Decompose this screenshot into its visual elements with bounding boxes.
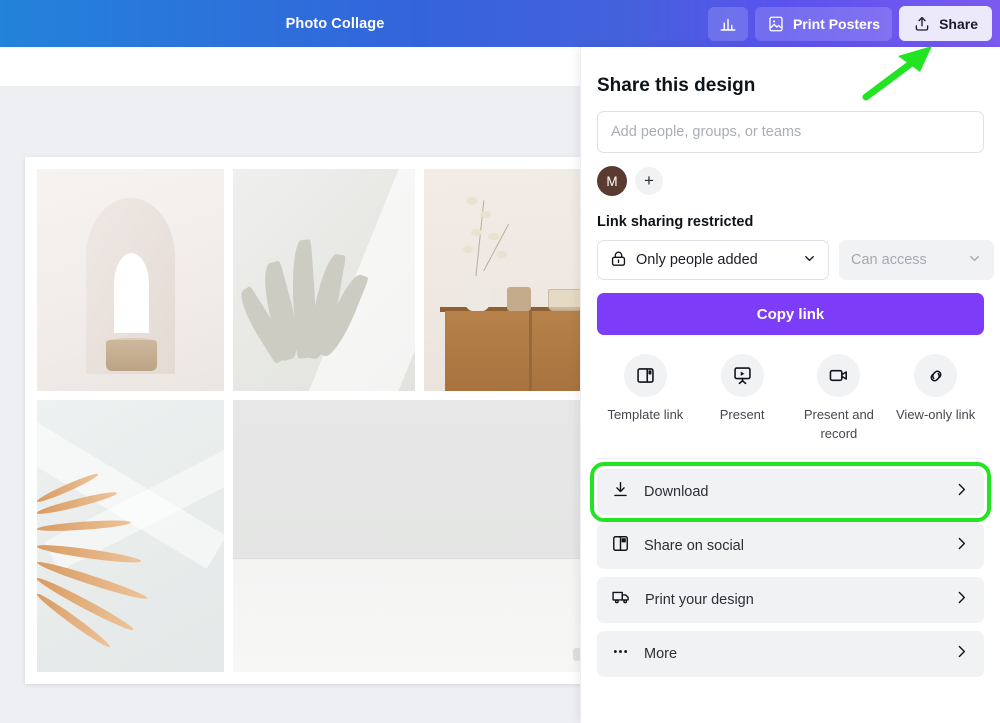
arch-photo[interactable] [37,169,225,392]
chevron-right-icon [953,481,970,503]
quick-actions-row: Template link Present Present and record… [597,354,984,452]
delivery-truck-icon [611,587,631,612]
link-sharing-status: Link sharing restricted [597,214,754,230]
quick-action-label: Present [719,407,765,422]
ellipsis-icon [611,642,630,666]
print-posters-label: Print Posters [792,15,881,32]
leaf-shadow-photo[interactable] [233,169,415,392]
top-bar: Photo Collage Print Posters Share [0,0,1000,47]
access-controls: Only people added Can access [597,240,994,280]
quick-action-label: Template link [607,407,684,422]
image-icon [767,15,785,33]
quick-action-view-only-link[interactable]: View-only link [887,354,984,444]
share-menu-list: Download Share on social Print your desi… [590,461,991,677]
menu-item-label: Print your design [645,591,754,608]
add-person-button[interactable]: + [635,167,663,195]
analytics-button[interactable] [707,6,748,41]
video-camera-icon [817,354,861,397]
chevron-right-icon [953,535,970,557]
chevron-down-icon [802,251,817,270]
menu-item-share-on-social[interactable]: Share on social [597,522,984,569]
social-grid-icon [611,534,630,558]
upload-icon [913,15,931,33]
quick-action-label: View-only link [896,407,976,422]
pampas-grass-photo[interactable] [37,400,225,672]
download-icon [611,480,630,504]
chevron-down-icon [967,251,982,270]
copy-link-button[interactable]: Copy link [597,293,984,335]
menu-item-label: Download [644,483,709,500]
avatar[interactable]: M [597,166,627,196]
present-icon [720,354,764,397]
permission-value: Only people added [636,252,758,268]
topbar-actions: Print Posters Share [707,0,992,47]
quick-action-template-link[interactable]: Template link [597,354,694,444]
menu-item-label: More [644,645,678,662]
quick-action-present-and-record[interactable]: Present and record [791,354,888,444]
bar-chart-icon [719,15,737,33]
quick-action-present[interactable]: Present [694,354,791,444]
divider [597,457,984,459]
quick-action-label: Present and record [803,407,874,441]
share-panel: Share this design M + Link sharing restr… [580,47,1000,723]
role-select[interactable]: Can access [839,240,994,280]
menu-item-print-your-design[interactable]: Print your design [597,576,984,623]
share-panel-title: Share this design [597,75,756,96]
menu-item-more[interactable]: More [597,630,984,677]
add-people-input[interactable] [597,111,984,153]
app-window: Photo Collage Print Posters Share Share … [0,0,1000,723]
template-link-icon [623,354,667,397]
chain-link-icon [914,354,958,397]
permission-select[interactable]: Only people added [597,240,829,280]
share-button-label: Share [939,15,978,32]
role-value: Can access [851,252,927,268]
shared-people-list: M + [597,166,984,196]
lock-icon [609,249,628,272]
chevron-right-icon [953,643,970,665]
print-posters-button[interactable]: Print Posters [754,6,893,41]
menu-item-label: Share on social [644,537,744,554]
chevron-right-icon [953,589,970,611]
menu-item-download[interactable]: Download [590,461,991,522]
share-button[interactable]: Share [899,6,992,41]
